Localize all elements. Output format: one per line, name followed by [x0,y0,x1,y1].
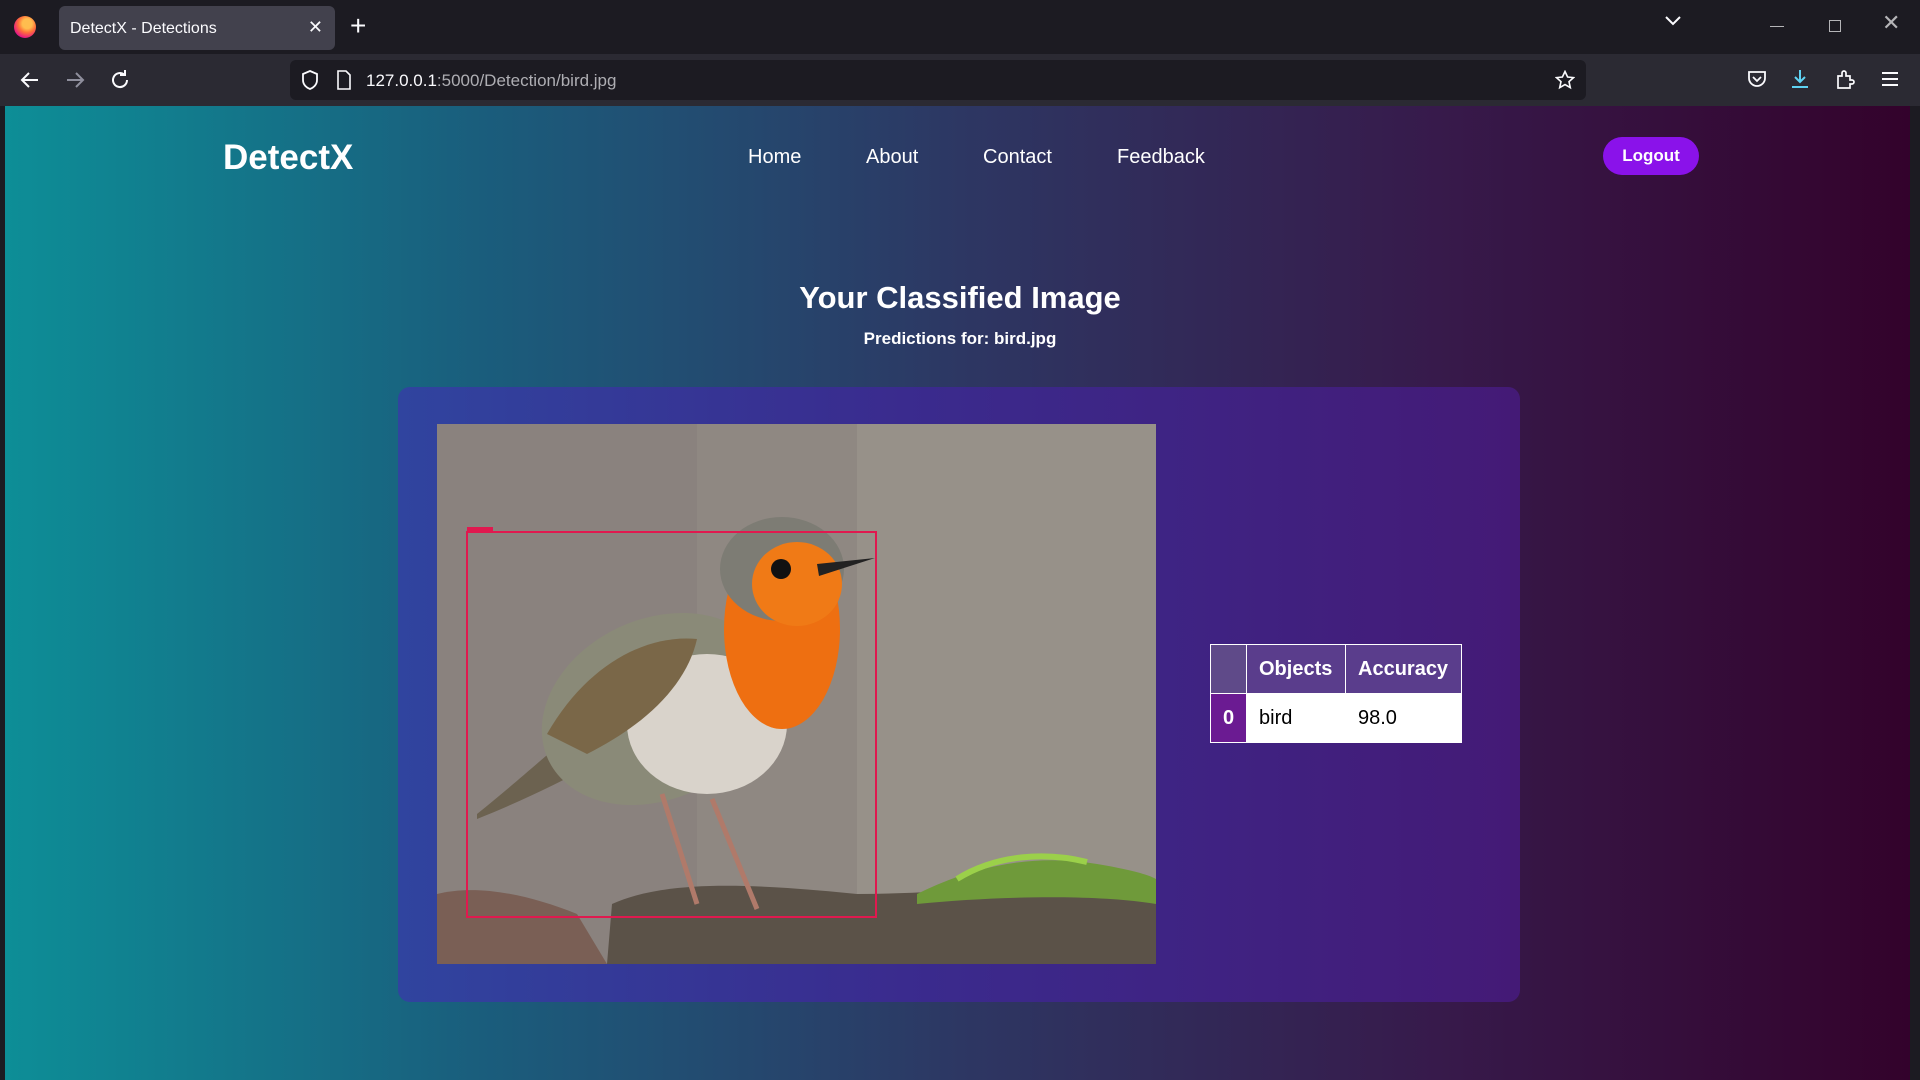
predictions-subtitle: Predictions for: bird.jpg [863,329,1057,348]
back-arrow-icon[interactable] [18,68,42,92]
nav-contact[interactable]: Contact [983,146,1052,169]
url-text[interactable]: 127.0.0.1:5000/Detection/bird.jpg [366,71,616,91]
extensions-icon[interactable] [1834,68,1856,90]
browser-tab-bar: DetectX - Detections ✕ + ✕ [0,0,1920,54]
pocket-icon[interactable] [1746,68,1768,90]
app-menu-icon[interactable] [1879,68,1901,90]
table-header-row: Objects Accuracy [1210,644,1462,694]
classified-image [437,424,1156,964]
page-info-icon[interactable] [336,70,352,90]
logout-button[interactable]: Logout [1603,137,1699,175]
nav-about[interactable]: About [866,146,918,169]
firefox-logo-icon [14,16,36,38]
browser-tab[interactable]: DetectX - Detections ✕ [59,6,335,50]
new-tab-icon[interactable]: + [350,12,366,40]
bookmark-star-icon[interactable] [1555,70,1575,90]
downloads-icon[interactable] [1789,68,1811,90]
window-close-icon[interactable]: ✕ [1882,10,1900,36]
browser-nav-bar: 127.0.0.1:5000/Detection/bird.jpg [0,54,1920,106]
forward-arrow-icon[interactable] [63,68,87,92]
header-accuracy: Accuracy [1345,644,1462,694]
nav-home[interactable]: Home [748,146,801,169]
results-table: Objects Accuracy 0 bird 98.0 [1210,644,1462,743]
row-object: bird [1246,693,1346,743]
result-panel: Objects Accuracy 0 bird 98.0 [398,387,1520,1002]
address-bar[interactable]: 127.0.0.1:5000/Detection/bird.jpg [290,60,1586,100]
tab-close-icon[interactable]: ✕ [308,18,323,36]
window-minimize-icon[interactable] [1770,26,1784,27]
nav-feedback[interactable]: Feedback [1117,146,1205,169]
row-accuracy: 98.0 [1345,693,1462,743]
row-index: 0 [1210,693,1247,743]
site-brand[interactable]: DetectX [223,138,353,178]
page-title: Your Classified Image [799,280,1121,315]
header-objects: Objects [1246,644,1346,694]
window-restore-icon[interactable] [1829,20,1841,32]
header-index [1210,644,1247,694]
table-row: 0 bird 98.0 [1210,693,1462,743]
tab-list-chevron-icon[interactable] [1664,15,1682,27]
page-content: DetectX Home About Contact Feedback Logo… [5,106,1915,1080]
page-scrollbar[interactable] [1910,106,1920,1080]
shield-icon[interactable] [300,69,320,91]
tab-title: DetectX - Detections [70,20,217,37]
reload-icon[interactable] [108,68,132,92]
